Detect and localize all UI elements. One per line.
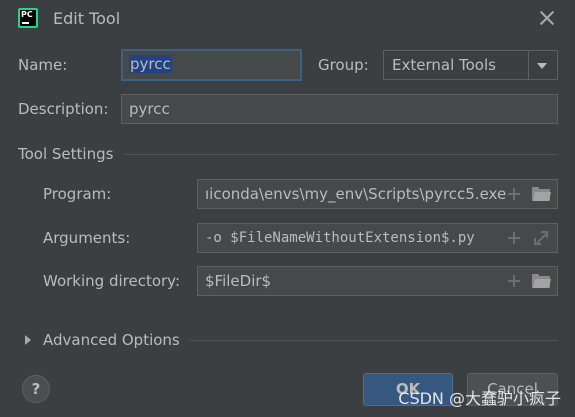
arguments-input[interactable]: -o $FileNameWithoutExtension$.py xyxy=(197,223,558,253)
browse-folder-icon[interactable] xyxy=(532,274,551,288)
insert-macro-plus-icon[interactable] xyxy=(508,232,520,244)
advanced-options-toggle[interactable]: Advanced Options xyxy=(43,331,180,349)
description-input-value: pyrcc xyxy=(129,100,170,118)
working-directory-label: Working directory: xyxy=(43,272,181,290)
name-input-value: pyrcc xyxy=(129,55,172,73)
expand-icon[interactable] xyxy=(534,231,548,245)
pycharm-app-icon: PC xyxy=(18,8,38,28)
program-input-value: ıiconda\envs\my_env\Scripts\pyrcc5.exe xyxy=(205,185,507,203)
working-directory-input[interactable]: $FileDir$ xyxy=(197,266,558,296)
help-button[interactable]: ? xyxy=(22,375,50,403)
group-combobox[interactable]: External Tools xyxy=(383,50,558,80)
combo-separator xyxy=(528,51,529,79)
name-input[interactable]: pyrcc xyxy=(121,49,302,81)
name-label: Name: xyxy=(18,56,68,74)
browse-folder-icon[interactable] xyxy=(532,187,551,201)
arguments-label: Arguments: xyxy=(43,229,131,247)
chevron-down-icon[interactable] xyxy=(537,63,547,69)
expand-arrow-icon[interactable] xyxy=(25,335,31,345)
group-combobox-value: External Tools xyxy=(392,56,496,74)
arguments-input-value: -o $FileNameWithoutExtension$.py xyxy=(205,230,475,246)
dialog-title: Edit Tool xyxy=(53,9,121,28)
advanced-options-divider xyxy=(190,340,558,341)
program-input[interactable]: ıiconda\envs\my_env\Scripts\pyrcc5.exe xyxy=(197,179,558,209)
tool-settings-header: Tool Settings xyxy=(18,145,114,163)
insert-macro-plus-icon[interactable] xyxy=(508,188,520,200)
description-label: Description: xyxy=(18,100,109,118)
csdn-watermark: CSDN @大蠢驴小疯子 xyxy=(398,389,561,408)
close-icon[interactable] xyxy=(539,10,555,26)
insert-macro-plus-icon[interactable] xyxy=(508,275,520,287)
program-label: Program: xyxy=(43,185,112,203)
working-directory-input-value: $FileDir$ xyxy=(205,272,272,290)
title-bar: PC Edit Tool xyxy=(0,0,575,38)
group-label: Group: xyxy=(318,56,369,74)
description-input[interactable]: pyrcc xyxy=(121,94,558,124)
tool-settings-divider xyxy=(124,154,558,155)
